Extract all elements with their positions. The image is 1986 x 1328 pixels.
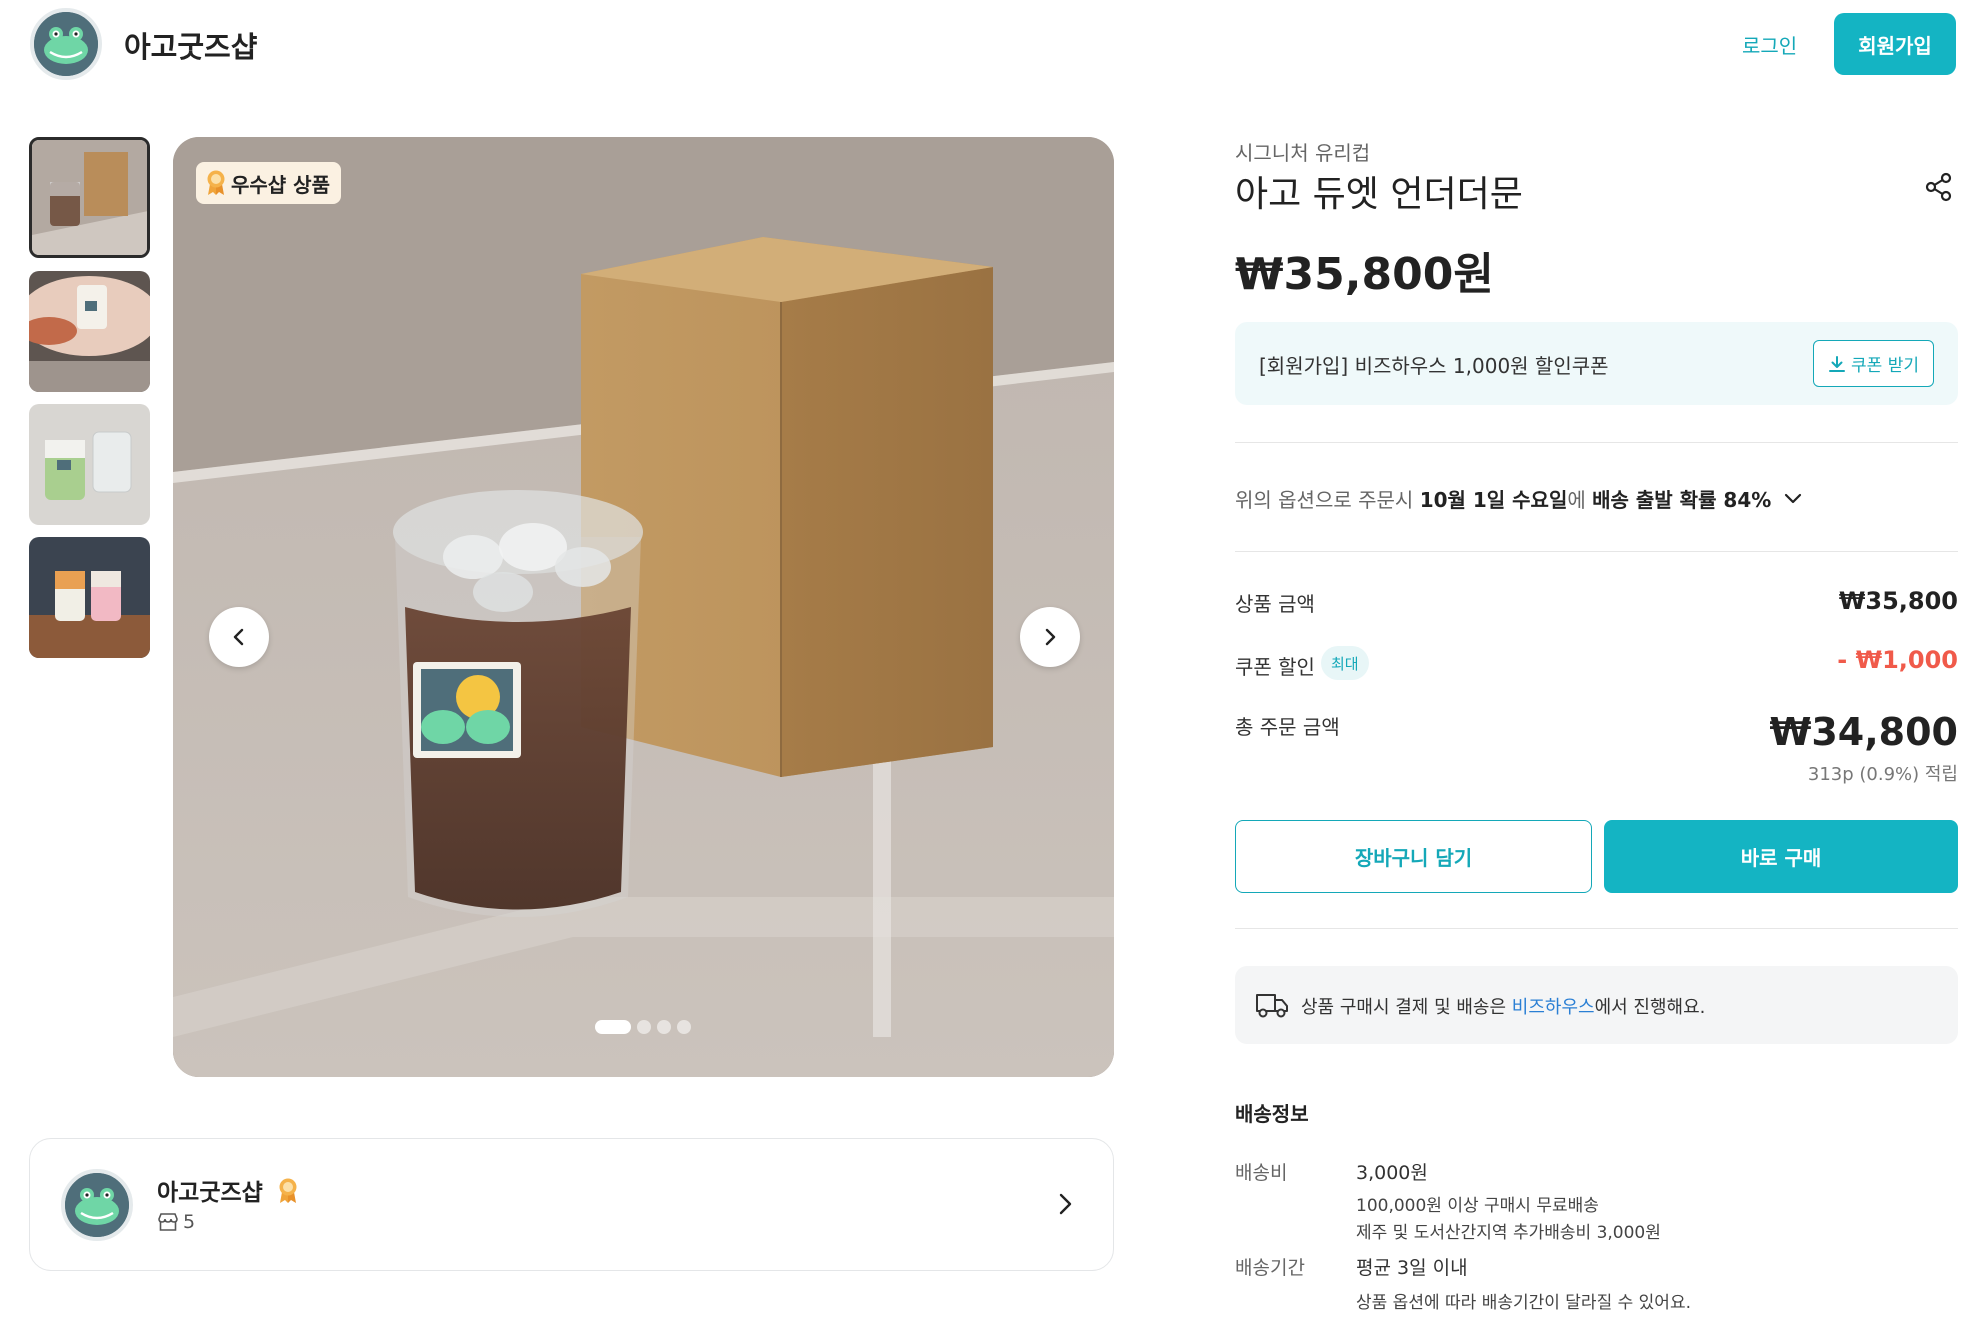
divider — [1235, 928, 1958, 929]
shipping-prob-value: 배송 출발 확률 84% — [1592, 488, 1772, 512]
crocodile-logo-icon — [65, 1173, 129, 1237]
prev-image-button[interactable] — [209, 607, 269, 667]
notice-text: 상품 구매시 결제 및 배송은 비즈하우스에서 진행해요. — [1301, 993, 1705, 1019]
coupon-discount-value: - ₩1,000 — [1837, 646, 1958, 674]
share-icon[interactable] — [1924, 172, 1954, 206]
award-ribbon-icon — [207, 170, 225, 195]
download-icon — [1829, 355, 1846, 372]
chevron-down-icon — [1785, 493, 1802, 503]
shop-product-count: 5 — [157, 1211, 195, 1233]
product-amount-label: 상품 금액 — [1235, 592, 1315, 616]
notice-after: 에서 진행해요. — [1594, 997, 1706, 1018]
get-coupon-button[interactable]: 쿠폰 받기 — [1813, 340, 1934, 387]
shop-name-label: 아고굿즈샵 — [157, 1180, 263, 1206]
shop-logo[interactable] — [30, 8, 102, 80]
get-coupon-label: 쿠폰 받기 — [1851, 356, 1919, 376]
store-icon — [158, 1213, 178, 1231]
points-earned: 313p (0.9%) 적립 — [1807, 764, 1958, 785]
product-title: 아고 듀엣 언더더문 — [1235, 174, 1523, 215]
total-label: 총 주문 금액 — [1235, 715, 1340, 739]
notice-before: 상품 구매시 결제 및 배송은 — [1301, 997, 1512, 1018]
coupon-text: [회원가입] 비즈하우스 1,000원 할인쿠폰 — [1259, 354, 1609, 378]
max-badge: 최대 — [1321, 646, 1369, 680]
best-shop-badge-label: 우수샵 상품 — [231, 172, 330, 197]
carousel-indicators — [595, 1020, 691, 1034]
thumbnail-3[interactable] — [29, 404, 150, 525]
thumbnail-image — [32, 140, 147, 255]
thumbnail-4[interactable] — [29, 537, 150, 658]
shipping-fee-value: 3,000원 — [1356, 1162, 1428, 1184]
shipping-fee-note-1: 100,000원 이상 구매시 무료배송 — [1356, 1196, 1599, 1216]
product-photo — [173, 137, 1114, 1077]
thumbnail-2[interactable] — [29, 271, 150, 392]
shipping-fee-label: 배송비 — [1235, 1162, 1288, 1184]
thumbnail-image — [29, 537, 150, 658]
chevron-left-icon — [233, 628, 244, 646]
product-amount-value: ₩35,800 — [1838, 587, 1958, 615]
shop-count-value: 5 — [183, 1211, 196, 1233]
shipping-probability[interactable]: 위의 옵션으로 주문시 10월 1일 수요일 에 배송 출발 확률 84% — [1235, 484, 1805, 513]
truck-icon — [1255, 990, 1289, 1024]
coupon-banner: [회원가입] 비즈하우스 1,000원 할인쿠폰 쿠폰 받기 — [1235, 322, 1958, 405]
shop-avatar — [61, 1169, 133, 1241]
chevron-right-icon — [1045, 628, 1056, 646]
add-to-cart-button[interactable]: 장바구니 담기 — [1235, 820, 1592, 893]
brand-name[interactable]: 아고굿즈샵 — [124, 24, 257, 66]
purchase-notice: 상품 구매시 결제 및 배송은 비즈하우스에서 진행해요. — [1235, 966, 1958, 1044]
buy-now-button[interactable]: 바로 구매 — [1604, 820, 1958, 893]
login-link[interactable]: 로그인 — [1742, 30, 1797, 59]
shipping-prob-middle: 에 — [1567, 488, 1593, 512]
shop-chevron-icon[interactable] — [1055, 1191, 1075, 1221]
shop-name: 아고굿즈샵 — [157, 1173, 299, 1207]
product-price: ₩35,800원 — [1235, 249, 1494, 300]
main-product-image: 우수샵 상품 — [173, 137, 1114, 1077]
crocodile-logo-icon — [34, 12, 98, 76]
divider — [1235, 551, 1958, 552]
shipping-period-label: 배송기간 — [1235, 1257, 1305, 1279]
bizhouse-link[interactable]: 비즈하우스 — [1512, 997, 1595, 1018]
next-image-button[interactable] — [1020, 607, 1080, 667]
shipping-period-value: 평균 3일 이내 — [1356, 1257, 1468, 1279]
best-shop-badge: 우수샵 상품 — [196, 162, 341, 204]
carousel-dot-3[interactable] — [657, 1020, 671, 1034]
shop-card[interactable]: 아고굿즈샵 5 — [29, 1138, 1114, 1271]
header: 아고굿즈샵 로그인 회원가입 — [0, 0, 1986, 90]
award-ribbon-icon — [279, 1178, 297, 1203]
total-value: ₩34,800 — [1769, 710, 1958, 754]
coupon-discount-label: 쿠폰 할인 — [1235, 655, 1315, 679]
shipping-date: 10월 1일 수요일 — [1419, 488, 1568, 512]
carousel-dot-1[interactable] — [595, 1020, 631, 1034]
shipping-fee-note-2: 제주 및 도서산간지역 추가배송비 3,000원 — [1356, 1223, 1661, 1243]
carousel-dot-4[interactable] — [677, 1020, 691, 1034]
signup-button[interactable]: 회원가입 — [1834, 13, 1956, 75]
product-category: 시그니처 유리컵 — [1235, 141, 1371, 165]
thumbnail-image — [29, 404, 150, 525]
thumbnail-1[interactable] — [29, 137, 150, 258]
shipping-prob-prefix: 위의 옵션으로 주문시 — [1235, 488, 1420, 512]
divider — [1235, 442, 1958, 443]
delivery-info-title: 배송정보 — [1235, 1102, 1309, 1126]
thumbnail-image — [29, 271, 150, 392]
carousel-dot-2[interactable] — [637, 1020, 651, 1034]
shipping-period-note: 상품 옵션에 따라 배송기간이 달라질 수 있어요. — [1356, 1293, 1691, 1313]
